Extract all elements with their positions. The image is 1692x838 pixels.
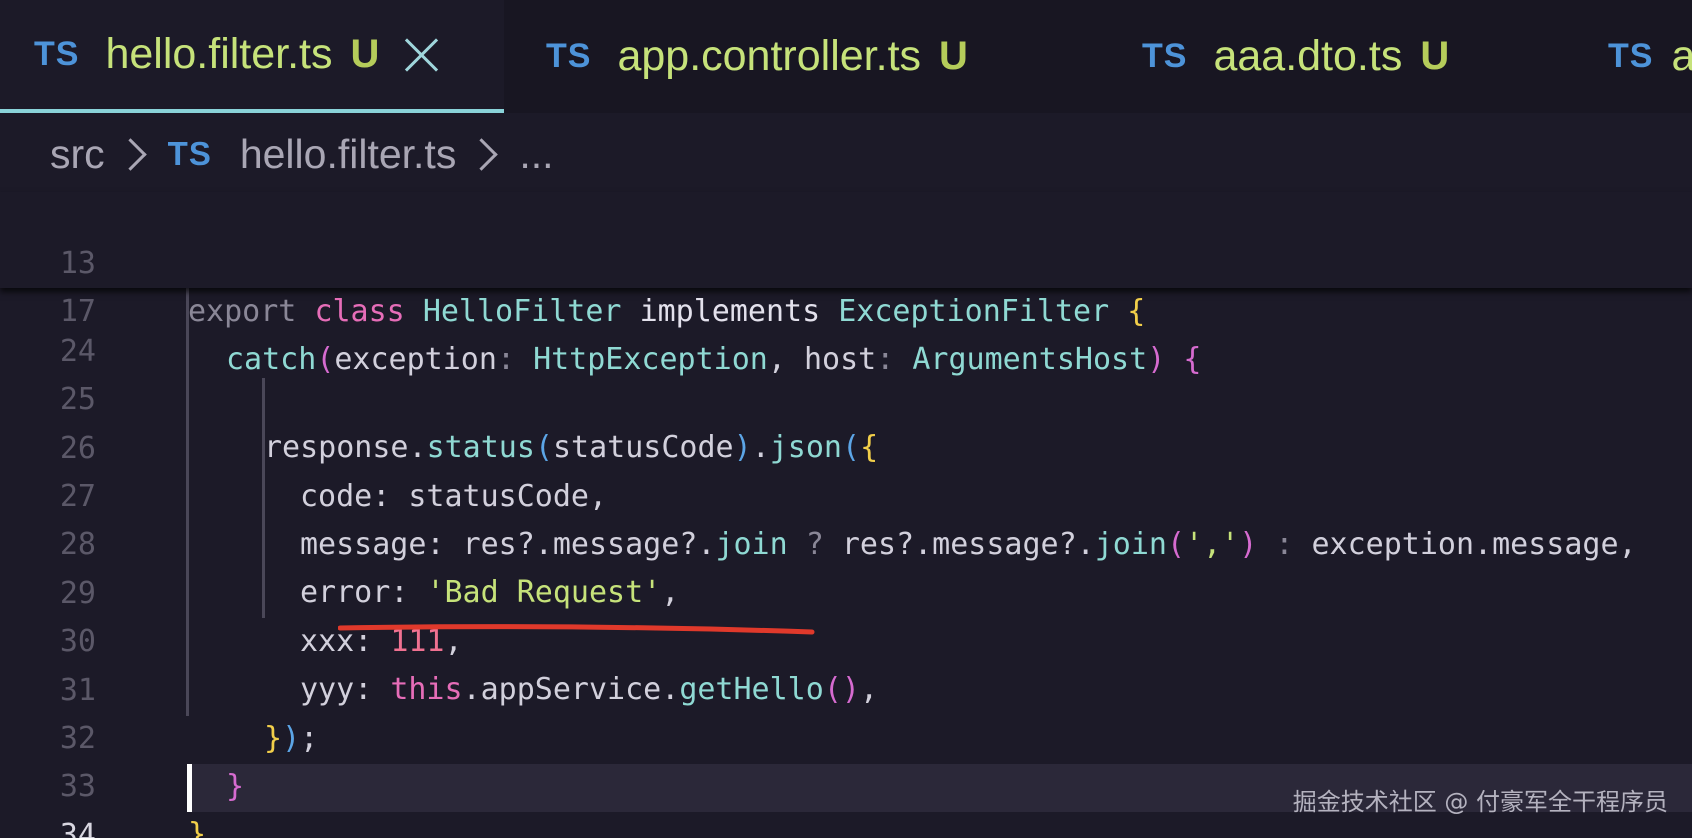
code-token: ExceptionFilter bbox=[838, 294, 1110, 329]
chevron-right-icon bbox=[113, 137, 147, 171]
chevron-right-icon bbox=[465, 137, 499, 171]
code-token: HttpException bbox=[533, 342, 768, 377]
line-number: 17 bbox=[59, 294, 96, 329]
code-line[interactable]: 33 } bbox=[0, 715, 1692, 838]
code-token: ) bbox=[1147, 342, 1166, 377]
code-line[interactable]: 13 export class HelloFilter implements E… bbox=[0, 192, 1692, 329]
code-text: export class HelloFilter implements Exce… bbox=[188, 288, 1145, 336]
tab-label: a bbox=[1671, 32, 1692, 80]
untracked-badge: U bbox=[939, 34, 968, 78]
breadcrumb-folder[interactable]: src bbox=[50, 131, 105, 178]
typescript-file-icon: TS bbox=[546, 37, 592, 75]
code-token: : bbox=[876, 342, 895, 377]
code-token: exception bbox=[334, 342, 497, 377]
breadcrumb-file[interactable]: hello.filter.ts bbox=[240, 131, 457, 178]
tab-label: app.controller.ts bbox=[617, 32, 922, 80]
code-token: catch bbox=[226, 342, 317, 377]
code-text: catch(exception: HttpException, host: Ar… bbox=[226, 336, 1201, 384]
code-token: : bbox=[496, 342, 515, 377]
code-line[interactable]: 26 code: statusCode, bbox=[0, 377, 1692, 514]
code-token: ( bbox=[316, 342, 335, 377]
code-token: class bbox=[314, 294, 405, 329]
tab-aaa-dto[interactable]: TS aaa.dto.ts U bbox=[1142, 0, 1449, 113]
code-line[interactable]: 30 yyy: this.appService.getHello(), bbox=[0, 570, 1692, 707]
code-line[interactable]: 29 xxx: 111, bbox=[0, 522, 1692, 659]
breadcrumb: src TS hello.filter.ts ... bbox=[50, 125, 554, 183]
code-token: host bbox=[804, 342, 877, 377]
code-token: { bbox=[1183, 342, 1202, 377]
code-line[interactable]: 27 message: res?.message?.join ? res?.me… bbox=[0, 425, 1692, 562]
untracked-badge: U bbox=[1420, 34, 1450, 78]
editor-tab-bar: TS hello.filter.ts U TS app.controller.t… bbox=[0, 0, 1692, 113]
code-line[interactable]: 17 catch(exception: HttpException, host:… bbox=[0, 240, 1692, 377]
close-icon[interactable] bbox=[401, 35, 441, 75]
code-token: { bbox=[1127, 294, 1146, 329]
typescript-file-icon: TS bbox=[34, 35, 80, 73]
tab-overflow[interactable]: TS a bbox=[1608, 0, 1692, 113]
code-line[interactable]: 32 } bbox=[0, 667, 1692, 804]
sticky-scroll-header: 13 export class HelloFilter implements E… bbox=[0, 192, 1692, 377]
watermark: 掘金技术社区 @ 付豪军全干程序员 bbox=[1292, 788, 1668, 816]
tab-label: aaa.dto.ts bbox=[1213, 32, 1403, 80]
code-line[interactable]: 28 error: 'Bad Request', bbox=[0, 473, 1692, 610]
tab-label: hello.filter.ts bbox=[105, 30, 333, 78]
typescript-file-icon: TS bbox=[1142, 37, 1188, 75]
code-token: , bbox=[767, 342, 786, 377]
code-token: export bbox=[188, 294, 297, 329]
line-number: 34 bbox=[59, 818, 96, 838]
typescript-file-icon: TS bbox=[1608, 37, 1654, 75]
breadcrumb-more[interactable]: ... bbox=[519, 131, 553, 178]
tab-app-controller[interactable]: TS app.controller.ts U bbox=[546, 0, 968, 113]
code-token: } bbox=[188, 817, 207, 838]
code-token: implements bbox=[639, 294, 821, 329]
untracked-badge: U bbox=[350, 32, 380, 76]
tab-hello-filter[interactable]: TS hello.filter.ts U bbox=[0, 0, 504, 113]
code-line[interactable]: 31 }); bbox=[0, 619, 1692, 756]
code-text: } bbox=[188, 811, 206, 838]
code-token: HelloFilter bbox=[422, 294, 622, 329]
typescript-file-icon: TS bbox=[167, 135, 212, 172]
code-token: ArgumentsHost bbox=[912, 342, 1148, 377]
